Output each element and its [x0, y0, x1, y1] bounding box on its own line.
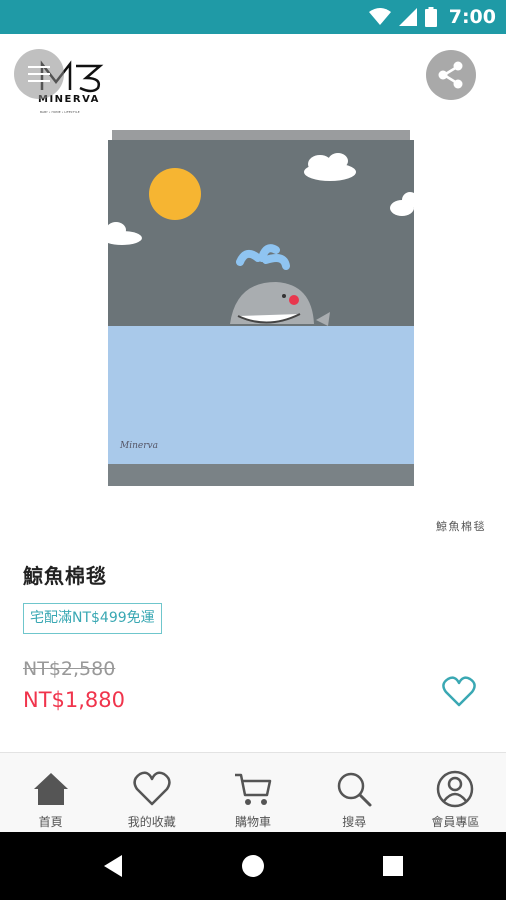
- nav-label-cart: 購物車: [235, 815, 272, 829]
- image-caption: 鯨魚棉毯: [436, 520, 486, 533]
- logo-subtext: BABY • HOME • LIFESTYLE: [40, 110, 80, 114]
- nav-member[interactable]: 會員專區: [405, 753, 506, 832]
- product-title: 鯨魚棉毯: [23, 564, 107, 588]
- menu-icon-line: [28, 73, 50, 75]
- user-icon: [437, 770, 474, 808]
- nav-cart[interactable]: 購物車: [202, 753, 303, 832]
- recents-icon: [383, 856, 403, 876]
- product-page: MINERVA BABY • HOME • LIFESTYLE Minerva …: [0, 34, 506, 752]
- menu-icon-line: [28, 80, 50, 82]
- back-icon: [104, 855, 122, 877]
- battery-icon: [424, 7, 437, 27]
- back-button[interactable]: [74, 832, 154, 900]
- heart-icon: [133, 771, 171, 806]
- recents-button[interactable]: [353, 832, 433, 900]
- share-button[interactable]: [426, 50, 476, 100]
- nav-label-favorites: 我的收藏: [127, 815, 176, 829]
- bottom-nav: 首頁 我的收藏 購物車 搜尋 會員專區: [0, 752, 506, 832]
- menu-button[interactable]: [14, 49, 64, 99]
- sale-price: NT$1,880: [23, 688, 126, 712]
- product-image[interactable]: Minerva: [108, 130, 414, 486]
- signal-icon: [398, 8, 417, 26]
- home-icon: [33, 773, 68, 805]
- menu-icon: [28, 66, 50, 68]
- wifi-icon: [368, 8, 391, 25]
- nav-favorites[interactable]: 我的收藏: [101, 753, 202, 832]
- cart-icon: [235, 773, 272, 805]
- share-icon: [438, 61, 463, 89]
- shipping-badge: 宅配滿NT$499免運: [23, 603, 162, 634]
- nav-label-home: 首頁: [38, 815, 63, 829]
- home-circle-icon: [242, 855, 264, 877]
- status-bar: 7:00: [0, 0, 506, 34]
- favorite-heart-icon[interactable]: [442, 676, 476, 708]
- nav-label-member: 會員專區: [431, 815, 480, 829]
- nav-search[interactable]: 搜尋: [304, 753, 405, 832]
- status-time: 7:00: [448, 6, 496, 28]
- blanket-signature: Minerva: [119, 441, 158, 451]
- nav-label-search: 搜尋: [342, 815, 367, 829]
- system-nav-bar: [0, 832, 506, 900]
- nav-home[interactable]: 首頁: [0, 753, 101, 832]
- search-icon: [337, 772, 372, 807]
- original-price: NT$2,580: [23, 658, 116, 680]
- home-button[interactable]: [213, 832, 293, 900]
